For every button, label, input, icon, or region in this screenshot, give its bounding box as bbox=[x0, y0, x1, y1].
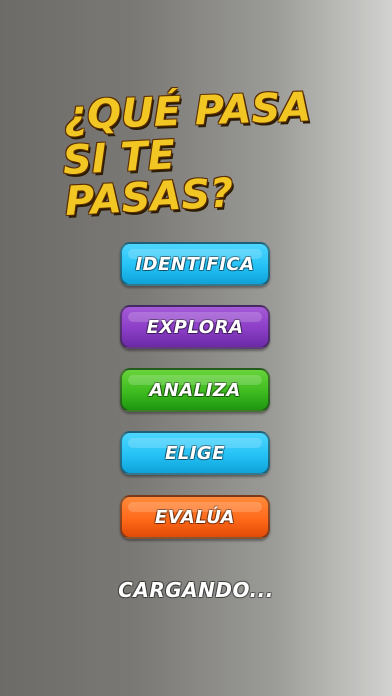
identifica-label: IDENTIFICA bbox=[135, 253, 255, 275]
title-line-2: SI TE PASAS? bbox=[61, 131, 235, 225]
app-title: ¿QUÉ PASA SI TE PASAS? bbox=[61, 84, 344, 225]
evalua-label: EVALÚA bbox=[154, 506, 236, 528]
identifica-button[interactable]: IDENTIFICA bbox=[120, 242, 270, 286]
evalua-button[interactable]: EVALÚA bbox=[120, 495, 270, 539]
loading-status: CARGANDO... bbox=[118, 578, 274, 602]
analiza-button[interactable]: ANALIZA bbox=[120, 368, 270, 412]
elige-label: ELIGE bbox=[164, 442, 226, 464]
analiza-label: ANALIZA bbox=[149, 379, 241, 401]
elige-button[interactable]: ELIGE bbox=[120, 431, 270, 475]
explora-button[interactable]: EXPLORA bbox=[120, 305, 270, 349]
explora-label: EXPLORA bbox=[146, 316, 244, 338]
